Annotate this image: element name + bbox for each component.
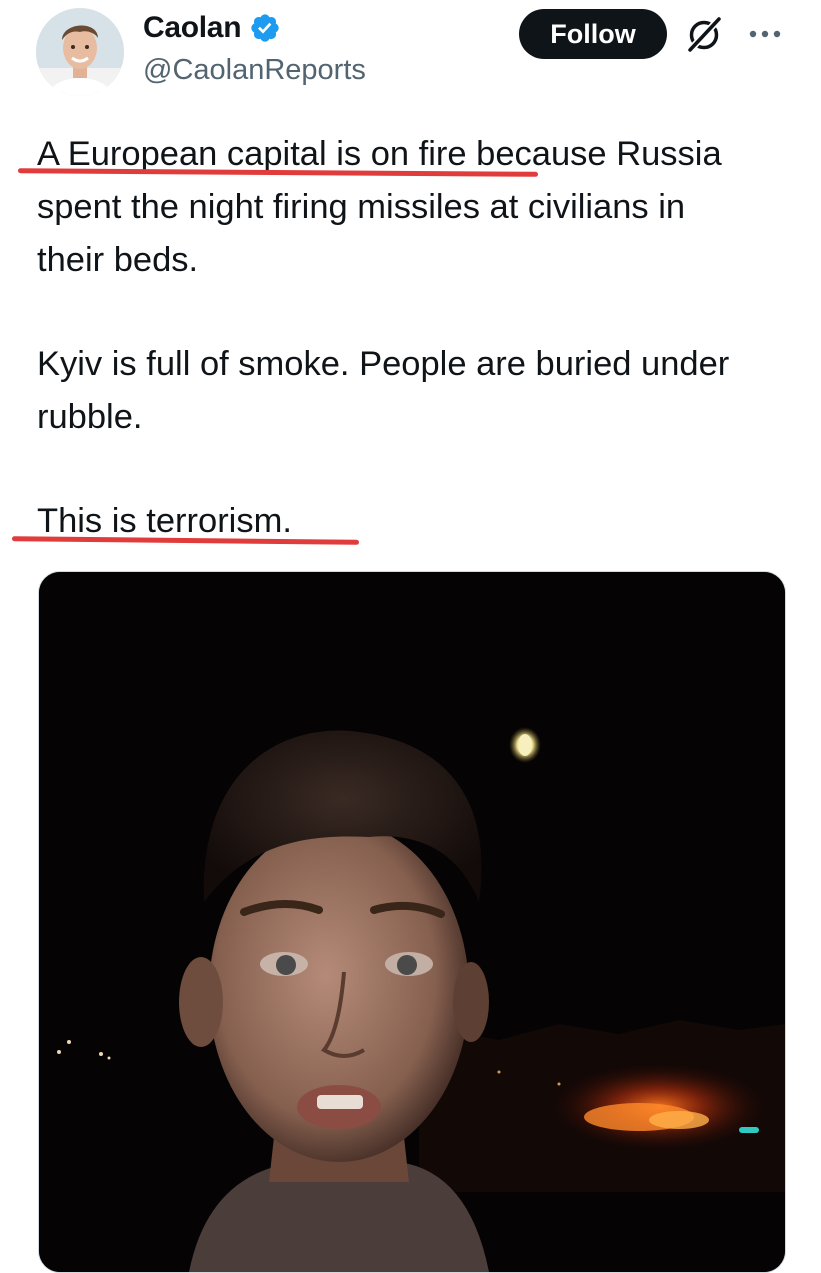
tweet-line: Kyiv is full of smoke. People are buried… [37,345,730,383]
author-display-name[interactable]: Caolan [143,11,242,45]
avatar-image [36,8,124,96]
verified-badge-icon [251,14,279,42]
tweet-media-photo[interactable] [38,571,786,1273]
tweet-text: A European capital is on fire because Ru… [37,128,797,548]
grok-icon[interactable] [683,14,725,56]
tweet-line: rubble. [37,398,143,436]
tweet-line: their beds. [37,241,199,279]
avatar[interactable] [36,8,124,96]
author-name-row[interactable]: Caolan [143,8,281,48]
more-options-icon[interactable] [745,24,785,44]
follow-button[interactable]: Follow [519,9,667,59]
tweet-line: spent the night firing missiles at civil… [37,188,686,226]
night-selfie-photo [39,572,785,1272]
author-handle[interactable]: @CaolanReports [143,54,366,87]
